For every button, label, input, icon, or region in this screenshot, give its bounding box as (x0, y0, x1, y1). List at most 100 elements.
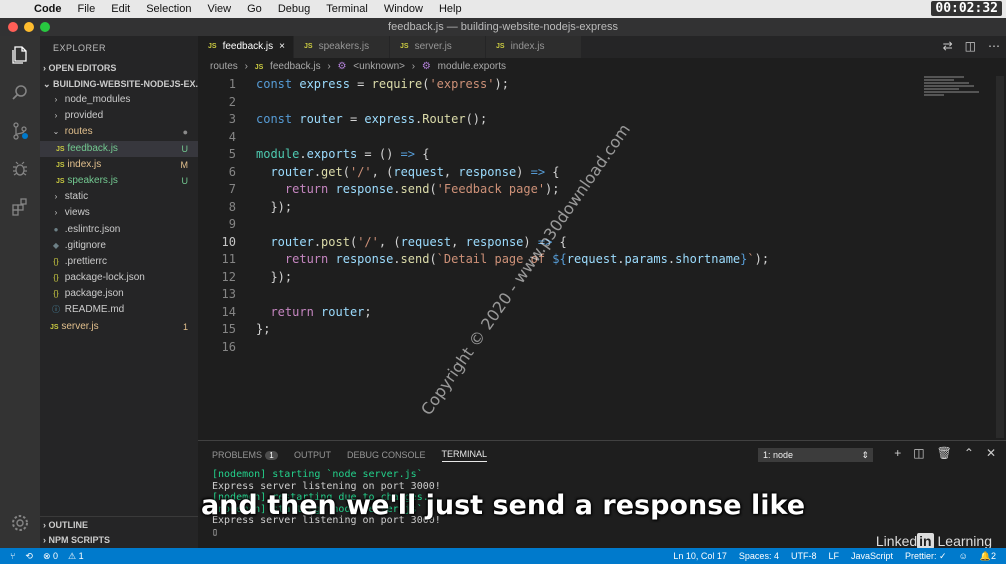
modified-dot-badge: ● (182, 127, 188, 138)
chevron-right-icon: › (411, 61, 416, 72)
npm-scripts-section[interactable]: › NPM SCRIPTS (40, 532, 198, 548)
code-line: 13 (221, 287, 236, 301)
problem-count-badge: 1 (182, 321, 188, 332)
video-timer: 00:02:32 (931, 1, 1002, 16)
close-panel-icon[interactable]: ✕ (986, 446, 996, 460)
chevron-right-icon: › (54, 192, 58, 202)
debug-icon[interactable] (0, 150, 40, 188)
language-mode[interactable]: JavaScript (851, 551, 893, 562)
git-file-icon: ◆ (52, 240, 60, 250)
code-line: 11 return response.send(`Detail page of … (221, 252, 770, 266)
extensions-icon[interactable] (0, 188, 40, 226)
notifications-bell-icon[interactable]: 🔔2 (980, 551, 996, 562)
breadcrumb-unknown[interactable]: <unknown> (353, 61, 405, 72)
tree-item-routes[interactable]: ⌄ routes ● (40, 124, 198, 140)
editor-scrollbar[interactable] (996, 76, 1004, 438)
explorer-icon[interactable] (0, 36, 40, 74)
tree-item-index-js[interactable]: JS index.js M (40, 157, 198, 173)
js-file-icon: JS (56, 177, 65, 185)
tree-item-speakers-js[interactable]: JS speakers.js U (40, 173, 198, 189)
code-editor[interactable]: 1 const express = require('express'); 2 3… (198, 76, 918, 440)
errors-count[interactable]: ⊗ 0 (43, 551, 58, 562)
prettier-status[interactable]: Prettier: ✓ (905, 551, 947, 562)
minimize-window-icon[interactable] (24, 22, 34, 32)
menu-help[interactable]: Help (431, 3, 470, 15)
tree-item-package-lock[interactable]: {} package-lock.json (40, 270, 198, 286)
tree-item-views[interactable]: › views (40, 205, 198, 221)
code-line: 4 (228, 129, 236, 144)
end-of-line[interactable]: LF (828, 551, 839, 562)
breadcrumb-routes[interactable]: routes (210, 61, 238, 72)
code-line: 7 return response.send('Feedback page'); (228, 182, 560, 196)
tab-terminal[interactable]: TERMINAL (441, 449, 488, 462)
tab-output[interactable]: OUTPUT (294, 450, 331, 460)
tree-item-node-modules[interactable]: › node_modules (40, 92, 198, 108)
close-tab-icon[interactable]: × (279, 36, 285, 58)
problems-count-badge: 1 (265, 451, 279, 460)
untracked-badge: U (181, 143, 189, 154)
menu-debug[interactable]: Debug (270, 3, 318, 15)
tree-item-provided[interactable]: › provided (40, 108, 198, 124)
code-line: 3 const router = express.Router(); (228, 112, 488, 126)
menu-view[interactable]: View (199, 3, 239, 15)
menu-selection[interactable]: Selection (138, 3, 199, 15)
menu-terminal[interactable]: Terminal (318, 3, 376, 15)
breadcrumb-file[interactable]: feedback.js (270, 61, 321, 72)
breadcrumb-module-exports[interactable]: module.exports (438, 61, 506, 72)
split-terminal-icon[interactable]: ◫ (913, 446, 924, 460)
source-control-icon[interactable] (0, 112, 40, 150)
encoding[interactable]: UTF-8 (791, 551, 817, 562)
trash-icon[interactable]: 🗑 (937, 446, 952, 460)
tree-item-static[interactable]: › static (40, 189, 198, 205)
maximize-panel-icon[interactable]: ⌃ (964, 446, 974, 460)
tab-speakers-js[interactable]: JS speakers.js (294, 36, 390, 58)
maximize-window-icon[interactable] (40, 22, 50, 32)
js-file-icon: JS (56, 145, 65, 153)
menu-file[interactable]: File (70, 3, 104, 15)
editor-tabs: JS feedback.js × JS speakers.js JS server.js… (198, 36, 1006, 58)
chevron-right-icon: › (244, 61, 248, 72)
menu-window[interactable]: Window (376, 3, 431, 15)
tab-feedback-js[interactable]: JS feedback.js × (198, 36, 294, 58)
tree-item-prettierrc[interactable]: {} .prettierrc (40, 254, 198, 270)
menu-go[interactable]: Go (239, 3, 270, 15)
window-title: feedback.js — building-website-nodejs-ex… (388, 21, 618, 33)
warnings-count[interactable]: ⚠ 1 (68, 551, 84, 562)
tab-debug-console[interactable]: DEBUG CONSOLE (347, 450, 426, 460)
chevron-right-icon: › (54, 95, 58, 104)
tree-item-package-json[interactable]: {} package.json (40, 286, 198, 302)
tab-server-js[interactable]: JS server.js (390, 36, 486, 58)
menu-edit[interactable]: Edit (103, 3, 138, 15)
search-icon[interactable] (0, 74, 40, 112)
project-section[interactable]: ⌄ BUILDING-WEBSITE-NODEJS-EX... (40, 76, 198, 92)
close-window-icon[interactable] (8, 22, 18, 32)
activity-bar (0, 36, 40, 548)
code-line: 6 router.get('/', (request, response) =>… (228, 164, 560, 179)
js-file-icon: JS (56, 161, 65, 169)
tab-index-js[interactable]: JS index.js (486, 36, 582, 58)
tab-problems[interactable]: PROBLEMS 1 (212, 450, 279, 460)
minimap[interactable] (924, 76, 994, 106)
tree-item-feedback-js[interactable]: JS feedback.js U (40, 140, 198, 157)
more-actions-icon[interactable]: ⋯ (988, 39, 1000, 53)
linkedin-learning-logo: Linked in Learning (875, 533, 992, 549)
compare-changes-icon[interactable]: ⇄ (943, 39, 953, 53)
tree-item-server-js[interactable]: JS server.js 1 (40, 319, 198, 335)
terminal-select[interactable]: 1: node ⇕ (758, 448, 873, 462)
menu-code[interactable]: Code (26, 3, 70, 15)
open-editors-section[interactable]: › OPEN EDITORS (40, 60, 198, 76)
cursor-position[interactable]: Ln 10, Col 17 (673, 551, 727, 562)
indentation[interactable]: Spaces: 4 (739, 551, 779, 562)
code-line: 2 (228, 94, 236, 109)
tree-item-eslintrc[interactable]: ● .eslintrc.json (40, 222, 198, 238)
code-line: 12 }); (221, 269, 293, 284)
add-terminal-icon[interactable]: + (894, 446, 901, 460)
split-editor-icon[interactable]: ◫ (965, 39, 976, 53)
symbol-icon: ⚙ (337, 61, 347, 72)
tree-item-readme[interactable]: ⓘ README.md (40, 302, 198, 318)
feedback-smiley-icon[interactable]: ☺ (959, 551, 968, 562)
tree-item-gitignore[interactable]: ◆ .gitignore (40, 238, 198, 254)
branch-icon[interactable]: ⑂ (10, 551, 15, 562)
live-share-icon[interactable]: ⟲ (25, 551, 33, 562)
info-file-icon: ⓘ (52, 305, 60, 315)
